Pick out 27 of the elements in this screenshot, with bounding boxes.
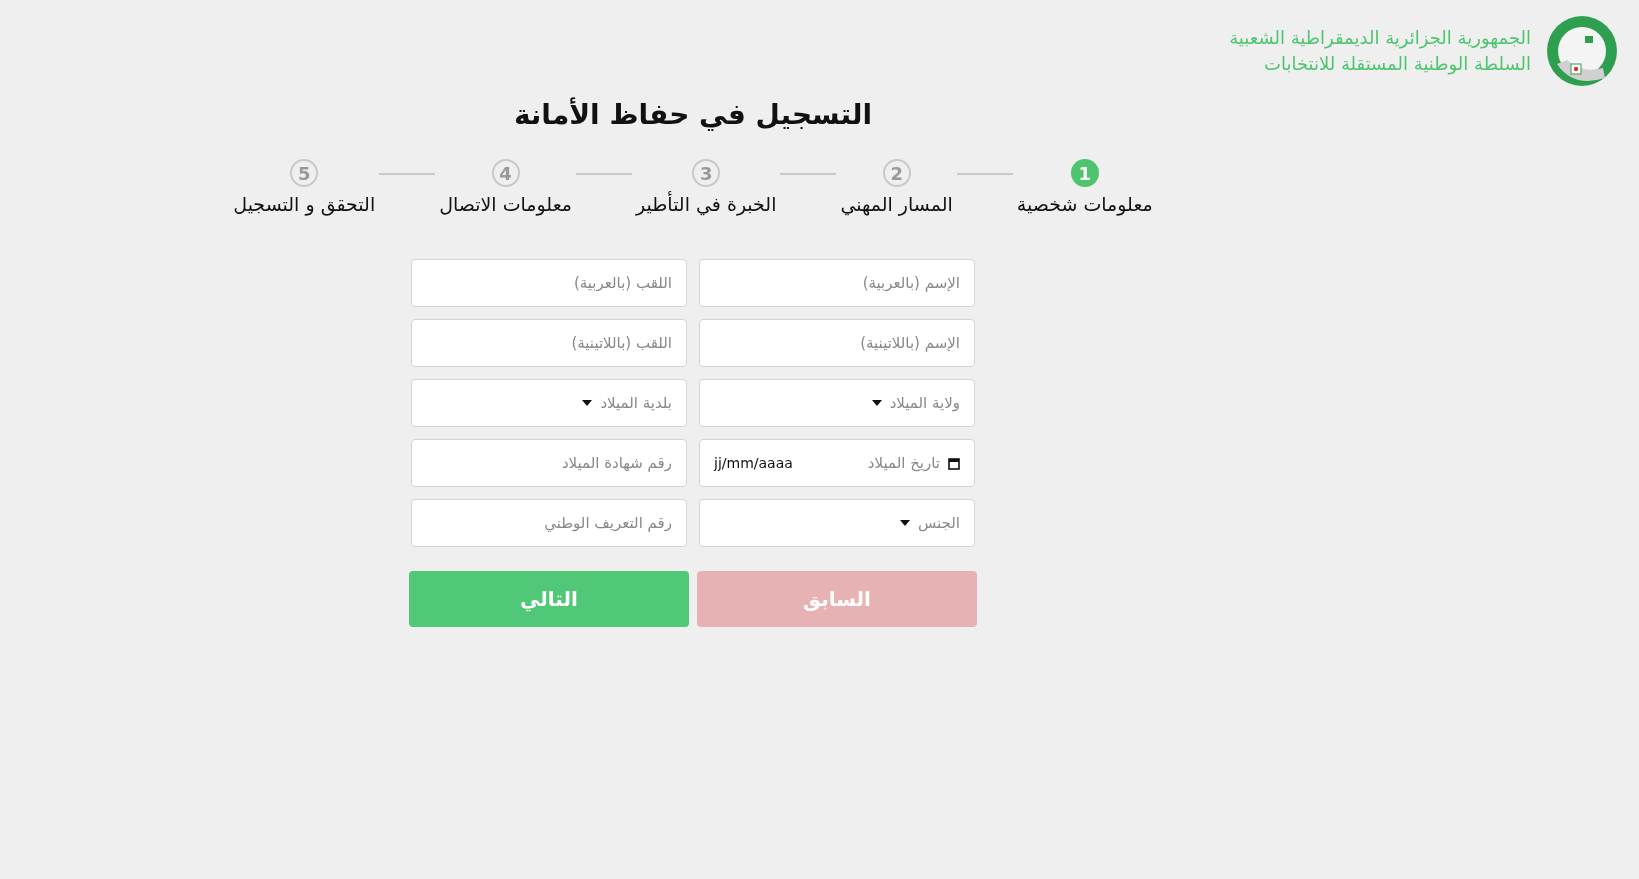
step-number[interactable]: 5 <box>290 159 319 187</box>
input-field[interactable]: رقم شهادة الميلاد <box>411 439 687 487</box>
select-field[interactable]: بلدية الميلاد <box>411 379 687 427</box>
step-number[interactable]: 2 <box>882 159 911 187</box>
caret-icon <box>899 520 910 526</box>
step-label: المسار المهني <box>839 193 954 215</box>
step-label: معلومات الاتصال <box>438 193 573 215</box>
input-field[interactable]: الإسم (بالعربية) <box>699 259 975 307</box>
header-title: السلطة الوطنية المستقلة للانتخابات <box>1263 52 1531 76</box>
input-field[interactable]: رقم التعريف الوطني <box>411 499 687 547</box>
input-field[interactable]: اللقب (باللاتينية) <box>411 319 687 367</box>
select-field[interactable]: الجنس <box>699 499 975 547</box>
input-field[interactable]: اللقب (بالعربية) <box>411 259 687 307</box>
caret-icon <box>582 400 593 406</box>
step-label: الخبرة في التأطير <box>634 193 778 215</box>
step-number[interactable]: 1 <box>1070 159 1099 187</box>
page-title: التسجيل في حفاظ الأمانة <box>513 98 873 131</box>
caret-icon <box>871 400 882 406</box>
next-button[interactable]: التالي <box>409 571 689 627</box>
step-label: التحقق و التسجيل <box>232 193 377 215</box>
step-number[interactable]: 3 <box>692 159 721 187</box>
step-label: معلومات شخصية <box>1015 193 1154 215</box>
input-field[interactable]: الإسم (باللاتينية) <box>699 319 975 367</box>
step-number[interactable]: 4 <box>491 159 520 187</box>
calendar-icon <box>948 456 960 470</box>
select-field[interactable]: ولاية الميلاد <box>699 379 975 427</box>
header-title: الجمهورية الجزائرية الديمقراطية الشعبية <box>1229 26 1531 50</box>
